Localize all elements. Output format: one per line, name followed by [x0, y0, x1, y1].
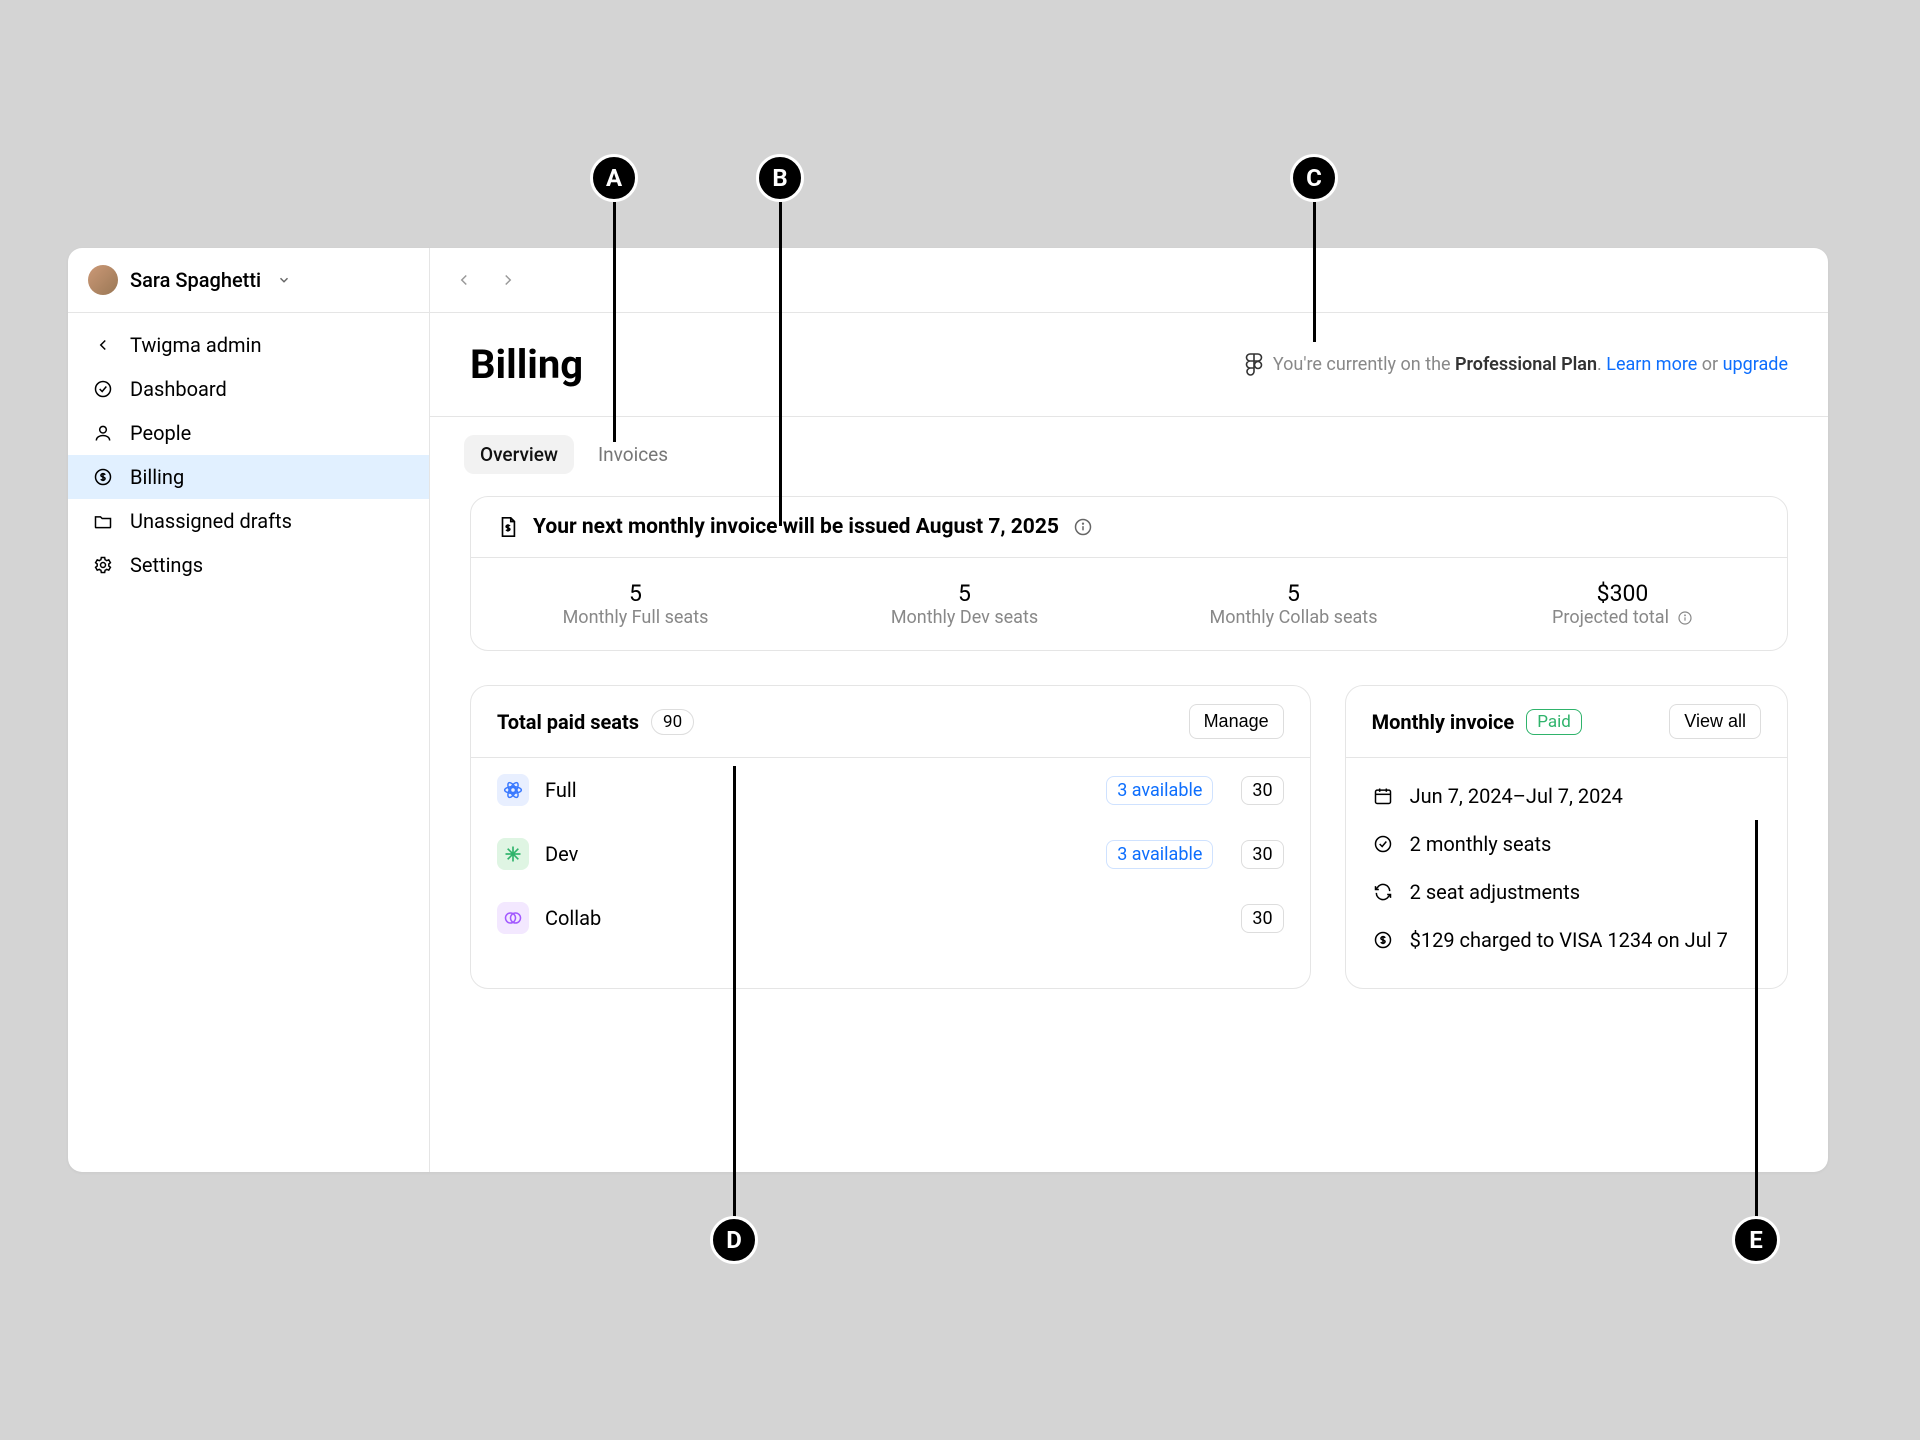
sidebar-item-people[interactable]: People	[68, 411, 429, 455]
info-icon[interactable]	[1677, 610, 1693, 626]
callout-a: A	[590, 154, 638, 202]
seat-name: Dev	[545, 842, 578, 866]
refresh-icon	[1372, 881, 1394, 903]
tab-overview[interactable]: Overview	[464, 435, 574, 474]
card-head: Monthly invoice Paid View all	[1346, 686, 1787, 758]
manage-button[interactable]: Manage	[1189, 704, 1284, 739]
callout-line	[613, 202, 616, 442]
row-cards: Total paid seats 90 Manage Full 3 availa…	[470, 685, 1788, 989]
banner-stats: 5 Monthly Full seats 5 Monthly Dev seats…	[471, 558, 1787, 650]
tabs: Overview Invoices	[430, 417, 1828, 496]
page-title: Billing	[470, 341, 583, 388]
invoice-charge-line: $129 charged to VISA 1234 on Jul 7	[1372, 916, 1761, 964]
chevron-down-icon	[277, 273, 291, 287]
app-window: Sara Spaghetti Twigma admin Dashboard	[68, 248, 1828, 1172]
seat-row-collab: Collab 30	[471, 886, 1310, 950]
tab-invoices[interactable]: Invoices	[582, 435, 684, 474]
sidebar-item-label: Dashboard	[130, 377, 227, 401]
check-circle-icon	[1372, 833, 1394, 855]
callout-line	[733, 766, 736, 1218]
person-icon	[92, 422, 114, 444]
total-paid-seats-card: Total paid seats 90 Manage Full 3 availa…	[470, 685, 1311, 989]
learn-more-link[interactable]: Learn more	[1606, 354, 1697, 375]
avatar	[88, 265, 118, 295]
gear-icon	[92, 554, 114, 576]
banner-text: Your next monthly invoice will be issued…	[533, 515, 1059, 539]
full-seat-icon	[497, 774, 529, 806]
seat-row-full: Full 3 available 30	[471, 758, 1310, 822]
stat-collab-seats: 5 Monthly Collab seats	[1129, 558, 1458, 650]
user-name: Sara Spaghetti	[130, 268, 261, 292]
sidebar-item-label: Settings	[130, 553, 203, 577]
callout-c: C	[1290, 154, 1338, 202]
invoice-body: Jun 7, 2024–Jul 7, 2024 2 monthly seats	[1346, 758, 1787, 988]
sidebar-item-billing[interactable]: Billing	[68, 455, 429, 499]
main: Billing You're currently on the Professi…	[430, 248, 1828, 1172]
sidebar-back[interactable]: Twigma admin	[68, 323, 429, 367]
view-all-button[interactable]: View all	[1669, 704, 1761, 739]
callout-b: B	[756, 154, 804, 202]
seat-row-count: 30	[1241, 776, 1283, 805]
card-title: Total paid seats	[497, 710, 639, 734]
seat-count-badge: 90	[651, 709, 694, 735]
seat-name: Collab	[545, 906, 601, 930]
invoice-seats-line: 2 monthly seats	[1372, 820, 1761, 868]
invoice-date-line: Jun 7, 2024–Jul 7, 2024	[1372, 772, 1761, 820]
callout-line	[1313, 202, 1316, 342]
calendar-icon	[1372, 785, 1394, 807]
seat-row-dev: Dev 3 available 30	[471, 822, 1310, 886]
callout-line	[1755, 820, 1758, 1218]
paid-badge: Paid	[1526, 709, 1582, 735]
callout-e: E	[1732, 1216, 1780, 1264]
invoice-charge: $129 charged to VISA 1234 on Jul 7	[1410, 928, 1728, 952]
collab-seat-icon	[497, 902, 529, 934]
chevron-left-icon	[92, 334, 114, 356]
seat-name: Full	[545, 778, 577, 802]
sidebar: Sara Spaghetti Twigma admin Dashboard	[68, 248, 430, 1172]
invoice-seats: 2 monthly seats	[1410, 832, 1552, 856]
stat-full-seats: 5 Monthly Full seats	[471, 558, 800, 650]
stat-dev-seats: 5 Monthly Dev seats	[800, 558, 1129, 650]
seat-row-count: 30	[1241, 904, 1283, 933]
sidebar-item-dashboard[interactable]: Dashboard	[68, 367, 429, 411]
sidebar-item-drafts[interactable]: Unassigned drafts	[68, 499, 429, 543]
invoice-date: Jun 7, 2024–Jul 7, 2024	[1410, 784, 1623, 808]
card-head: Total paid seats 90 Manage	[471, 686, 1310, 758]
topbar	[430, 248, 1828, 313]
banner-head: Your next monthly invoice will be issued…	[471, 497, 1787, 558]
callout-d: D	[710, 1216, 758, 1264]
sidebar-item-label: People	[130, 421, 191, 445]
dev-seat-icon	[497, 838, 529, 870]
content: Your next monthly invoice will be issued…	[430, 496, 1828, 989]
plan-message: You're currently on the Professional Pla…	[1245, 353, 1788, 377]
figma-icon	[1245, 353, 1263, 377]
invoice-doc-icon	[497, 516, 519, 538]
invoice-adjust: 2 seat adjustments	[1410, 880, 1580, 904]
sidebar-item-settings[interactable]: Settings	[68, 543, 429, 587]
folder-icon	[92, 510, 114, 532]
sidebar-item-label: Billing	[130, 465, 184, 489]
sidebar-item-label: Unassigned drafts	[130, 509, 292, 533]
check-circle-icon	[92, 378, 114, 400]
dollar-circle-icon	[92, 466, 114, 488]
sidebar-back-label: Twigma admin	[130, 333, 261, 357]
user-menu[interactable]: Sara Spaghetti	[68, 248, 429, 313]
dollar-circle-icon	[1372, 929, 1394, 951]
info-icon[interactable]	[1073, 517, 1093, 537]
monthly-invoice-card: Monthly invoice Paid View all Jun 7, 202…	[1345, 685, 1788, 989]
nav-back-button[interactable]	[452, 268, 476, 292]
available-badge: 3 available	[1106, 776, 1213, 805]
seat-row-count: 30	[1241, 840, 1283, 869]
callout-line	[779, 202, 782, 526]
invoice-adjust-line: 2 seat adjustments	[1372, 868, 1761, 916]
card-title: Monthly invoice	[1372, 710, 1515, 734]
upgrade-link[interactable]: upgrade	[1723, 354, 1788, 375]
nav: Twigma admin Dashboard People Billing	[68, 313, 429, 587]
next-invoice-banner: Your next monthly invoice will be issued…	[470, 496, 1788, 651]
header: Billing You're currently on the Professi…	[430, 313, 1828, 417]
nav-forward-button[interactable]	[496, 268, 520, 292]
plan-text: You're currently on the Professional Pla…	[1273, 354, 1788, 375]
available-badge: 3 available	[1106, 840, 1213, 869]
stat-projected-total: $300 Projected total	[1458, 558, 1787, 650]
